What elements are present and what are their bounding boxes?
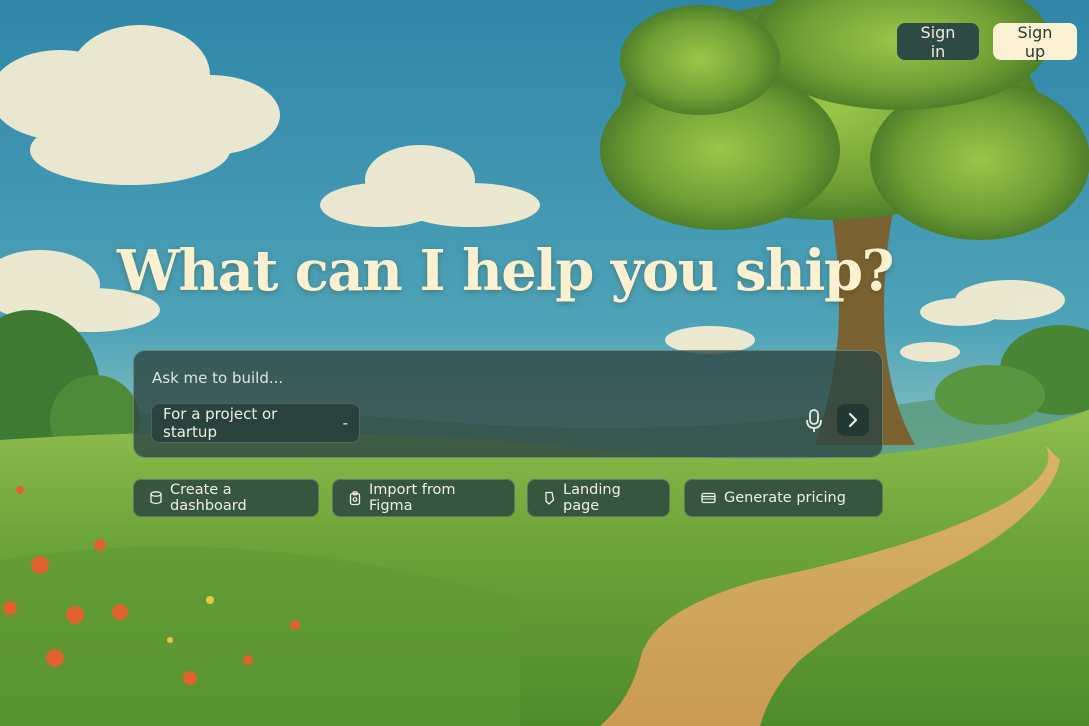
chevron-down-icon: - xyxy=(342,414,348,432)
chip-label: Create a dashboard xyxy=(170,482,247,514)
card-icon xyxy=(701,492,716,504)
figma-icon xyxy=(349,490,361,505)
chevron-right-icon xyxy=(848,412,858,428)
page-title: What can I help you ship? xyxy=(117,238,894,304)
chip-label: Import from Figma xyxy=(369,482,456,514)
bookmark-icon xyxy=(545,491,555,505)
chip-label: Generate pricing xyxy=(724,490,846,506)
prompt-input-box[interactable]: Ask me to build... For a project or star… xyxy=(133,350,883,458)
chip-label: Landing page xyxy=(563,482,621,514)
database-icon xyxy=(150,491,162,505)
auth-buttons: Sign in Sign up xyxy=(897,23,1077,61)
project-type-select-label: For a project or startup xyxy=(163,405,278,441)
chip-create-dashboard[interactable]: Create a dashboard xyxy=(133,479,319,517)
project-type-select[interactable]: For a project or startup - xyxy=(151,403,360,443)
sign-in-button[interactable]: Sign in xyxy=(897,23,979,61)
sign-up-button[interactable]: Sign up xyxy=(993,23,1077,61)
chip-import-figma[interactable]: Import from Figma xyxy=(332,479,515,517)
microphone-icon[interactable] xyxy=(804,408,824,434)
chip-generate-pricing[interactable]: Generate pricing xyxy=(684,479,883,517)
prompt-placeholder[interactable]: Ask me to build... xyxy=(152,369,283,387)
suggestion-chips: Create a dashboard Import from Figma Lan… xyxy=(133,479,883,517)
chip-landing-page[interactable]: Landing page xyxy=(527,479,670,517)
send-button[interactable] xyxy=(837,404,869,436)
